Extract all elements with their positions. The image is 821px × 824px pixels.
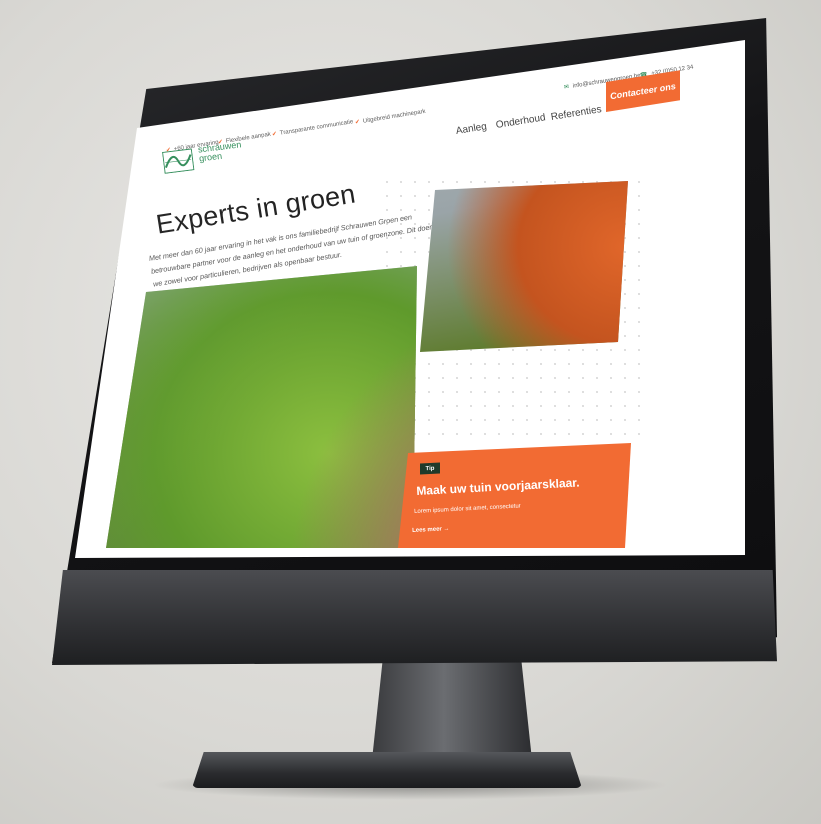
check-icon: ✔ — [271, 131, 278, 138]
check-icon: ✔ — [354, 119, 361, 126]
monitor-chin — [52, 570, 777, 665]
monitor-stand-base — [192, 752, 582, 788]
arrow-right-icon: → — [443, 526, 450, 533]
mail-icon: ✉ — [563, 84, 570, 91]
logo-mark-icon — [162, 148, 195, 174]
logo-wordmark: schrauwen groen — [197, 139, 242, 164]
tip-badge: Tip — [420, 462, 440, 475]
